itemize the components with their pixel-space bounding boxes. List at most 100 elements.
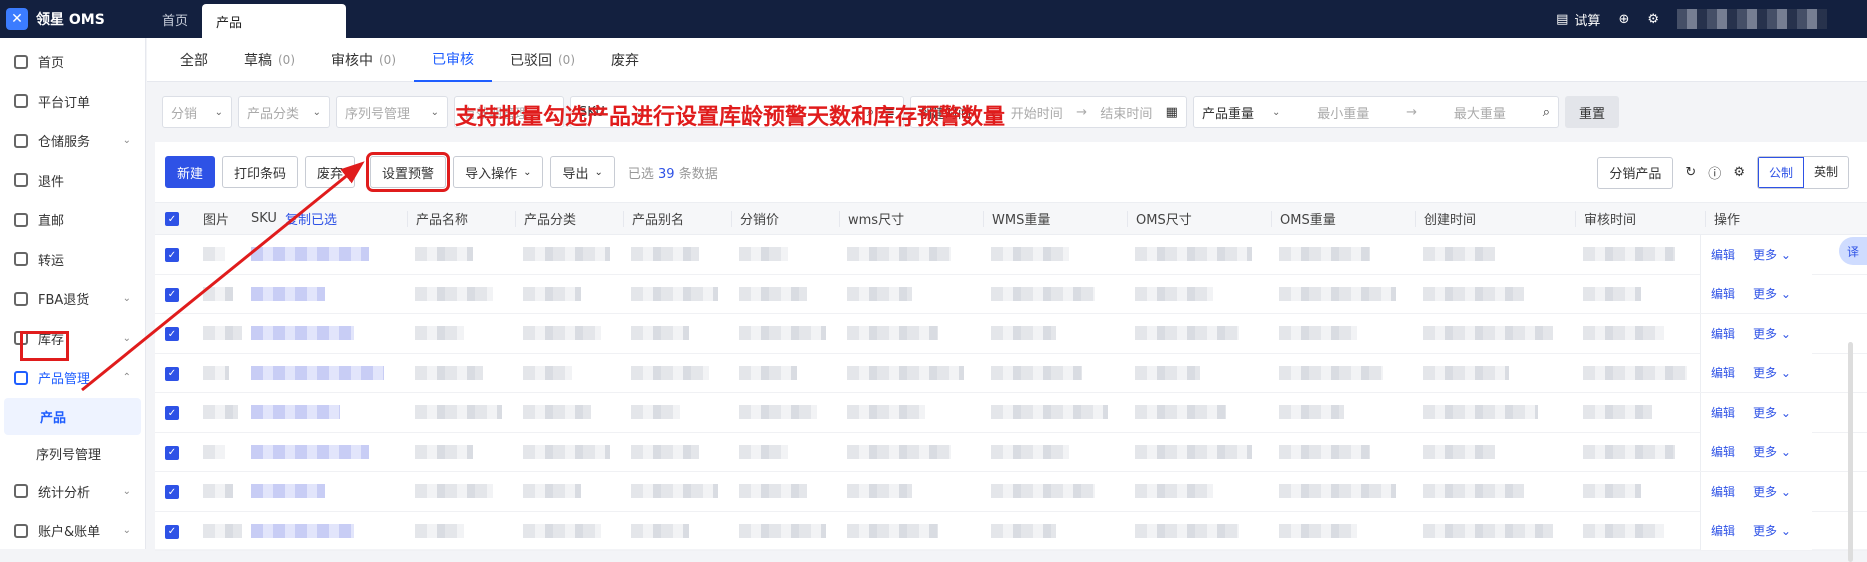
search-icon[interactable]: ⌕ [1543,105,1550,120]
discard-button[interactable]: 废弃 [305,156,356,188]
row-checkbox-cell: ✓ [155,523,195,539]
sidebar-item-account[interactable]: 账户&账单 ⌄ [0,511,145,551]
weight-range[interactable]: 产品重量 ⌄ 最小重量 → 最大重量 ⌕ [1193,96,1559,128]
max-weight-input[interactable]: 最大重量 [1454,103,1506,122]
mail-icon [14,212,28,227]
edit-link[interactable]: 编辑 [1711,404,1735,421]
sidebar-item-fba-returns[interactable]: FBA退货 ⌄ [0,279,145,319]
set-alert-button[interactable]: 设置预警 [366,152,451,192]
more-link[interactable]: 更多 ⌄ [1753,364,1791,381]
sidebar-item-product-management[interactable]: 产品管理 ⌃ [0,358,145,398]
sidebar-item-platform-orders[interactable]: 平台订单 [0,82,145,122]
print-barcode-button[interactable]: 打印条码 [222,156,299,188]
sidebar-item-direct-mail[interactable]: 直邮 [0,200,145,240]
sidebar-item-warehouse[interactable]: 仓储服务 ⌄ [0,121,145,161]
col-sku[interactable]: SKU 复制已选 [243,209,407,228]
chart-icon [14,484,28,499]
edit-link[interactable]: 编辑 [1711,443,1735,460]
settings-icon[interactable]: ⚙ [1647,12,1659,27]
col-created[interactable]: 创建时间 [1415,210,1575,228]
row-checkbox[interactable]: ✓ [165,524,179,539]
returns-icon [14,173,28,188]
calendar-icon: ▦ [1165,104,1178,120]
edit-link[interactable]: 编辑 [1711,246,1735,263]
col-approved[interactable]: 审核时间 [1575,210,1703,228]
more-link[interactable]: 更多 ⌄ [1753,285,1791,302]
export-button[interactable]: 导出 ⌄ [550,156,615,188]
table-row[interactable]: ✓ 编辑 更多 ⌄ [155,353,1867,393]
end-date[interactable]: 结束时间 [1100,103,1152,122]
tab-approved[interactable]: 已审核 [414,38,492,82]
serial-select[interactable]: 序列号管理 ⌄ [336,96,448,128]
sidebar-item-label: FBA退货 [38,293,90,309]
table-row[interactable]: ✓ 编辑 更多 ⌄ [155,234,1867,275]
blurred-value [251,523,354,538]
more-link[interactable]: 更多 ⌄ [1753,483,1791,500]
row-checkbox[interactable]: ✓ [165,366,179,381]
table-cell [243,326,407,341]
tab-rejected[interactable]: 已驳回 (0) [492,38,593,82]
metric-option[interactable]: 公制 [1757,157,1804,188]
trial-calc-button[interactable]: ▤ 试算 [1556,10,1600,29]
translate-float-button[interactable]: 译 [1839,237,1867,265]
more-link[interactable]: 更多 ⌄ [1753,325,1791,342]
row-checkbox[interactable]: ✓ [165,327,179,341]
download-icon[interactable]: ⊕ [1618,12,1629,27]
import-button[interactable]: 导入操作 ⌄ [453,156,544,188]
top-tab-home[interactable]: 首页 [148,0,202,38]
more-link[interactable]: 更多 ⌄ [1753,522,1791,539]
table-cell [407,484,515,499]
sidebar-item-home[interactable]: 首页 [0,42,145,82]
table-cell [1575,523,1703,538]
brand[interactable]: ✕ 领星 OMS [0,8,148,30]
table-row[interactable]: ✓ 编辑 更多 ⌄ [155,274,1867,314]
tab-discarded[interactable]: 废弃 [593,38,657,82]
edit-link[interactable]: 编辑 [1711,522,1735,539]
vertical-scrollbar[interactable] [1848,342,1853,562]
imperial-option[interactable]: 英制 [1804,157,1848,188]
edit-link[interactable]: 编辑 [1711,483,1735,500]
sidebar-item-statistics[interactable]: 统计分析 ⌄ [0,472,145,512]
top-tab-products[interactable]: 产品 [202,4,347,38]
row-checkbox[interactable]: ✓ [165,445,179,460]
tab-all[interactable]: 全部 [162,38,226,82]
more-link[interactable]: 更多 ⌄ [1753,404,1791,421]
table-row[interactable]: ✓ 编辑 更多 ⌄ [155,471,1867,512]
row-checkbox[interactable]: ✓ [165,485,179,499]
category-select[interactable]: 产品分类 ⌄ [238,96,330,128]
table-row[interactable]: ✓ 编辑 更多 ⌄ [155,432,1867,472]
sidebar-item-returns[interactable]: 退件 [0,161,145,201]
unit-toggle[interactable]: 公制 英制 [1756,156,1849,189]
row-checkbox[interactable]: ✓ [165,248,179,262]
reset-button[interactable]: 重置 [1565,96,1620,128]
help-icon[interactable]: ⓘ [1708,163,1721,182]
column-settings-icon[interactable]: ⚙ [1733,165,1745,180]
start-date[interactable]: 开始时间 [1011,103,1063,122]
select-all-checkbox[interactable]: ✓ [165,212,179,227]
edit-link[interactable]: 编辑 [1711,285,1735,302]
tab-reviewing[interactable]: 审核中 (0) [313,38,414,82]
filter-bar: 分销 ⌄ 产品分类 ⌄ 序列号管理 ⌄ 有效期管理 ⌄ SKU ⌄ ⌕ ≡ 创建时间 ⌄ 开始… [147,82,1867,142]
more-link[interactable]: 更多 ⌄ [1753,246,1791,263]
table-row[interactable]: ✓ 编辑 更多 ⌄ [155,511,1867,551]
edit-link[interactable]: 编辑 [1711,325,1735,342]
refresh-icon[interactable]: ↻ [1685,165,1696,180]
min-weight-input[interactable]: 最小重量 [1317,103,1369,122]
copy-selected-link[interactable]: 复制已选 [285,209,337,228]
table-row[interactable]: ✓ 编辑 更多 ⌄ [155,313,1867,354]
blurred-value [523,247,610,262]
distribute-button[interactable]: 分销产品 [1597,156,1674,189]
row-checkbox[interactable]: ✓ [165,406,179,420]
sidebar-subitem-serial[interactable]: 序列号管理 [0,435,145,472]
tab-draft[interactable]: 草稿 (0) [226,38,313,82]
user-info[interactable] [1677,9,1827,29]
more-link[interactable]: 更多 ⌄ [1753,443,1791,460]
table-row[interactable]: ✓ 编辑 更多 ⌄ [155,392,1867,433]
row-checkbox[interactable]: ✓ [165,287,179,302]
sidebar-item-transfer[interactable]: 转运 [0,240,145,280]
sidebar-subitem-products[interactable]: 产品 [4,397,141,435]
new-button[interactable]: 新建 [165,156,216,188]
tab-count: (0) [379,52,396,67]
distribution-select[interactable]: 分销 ⌄ [162,96,232,128]
edit-link[interactable]: 编辑 [1711,364,1735,381]
